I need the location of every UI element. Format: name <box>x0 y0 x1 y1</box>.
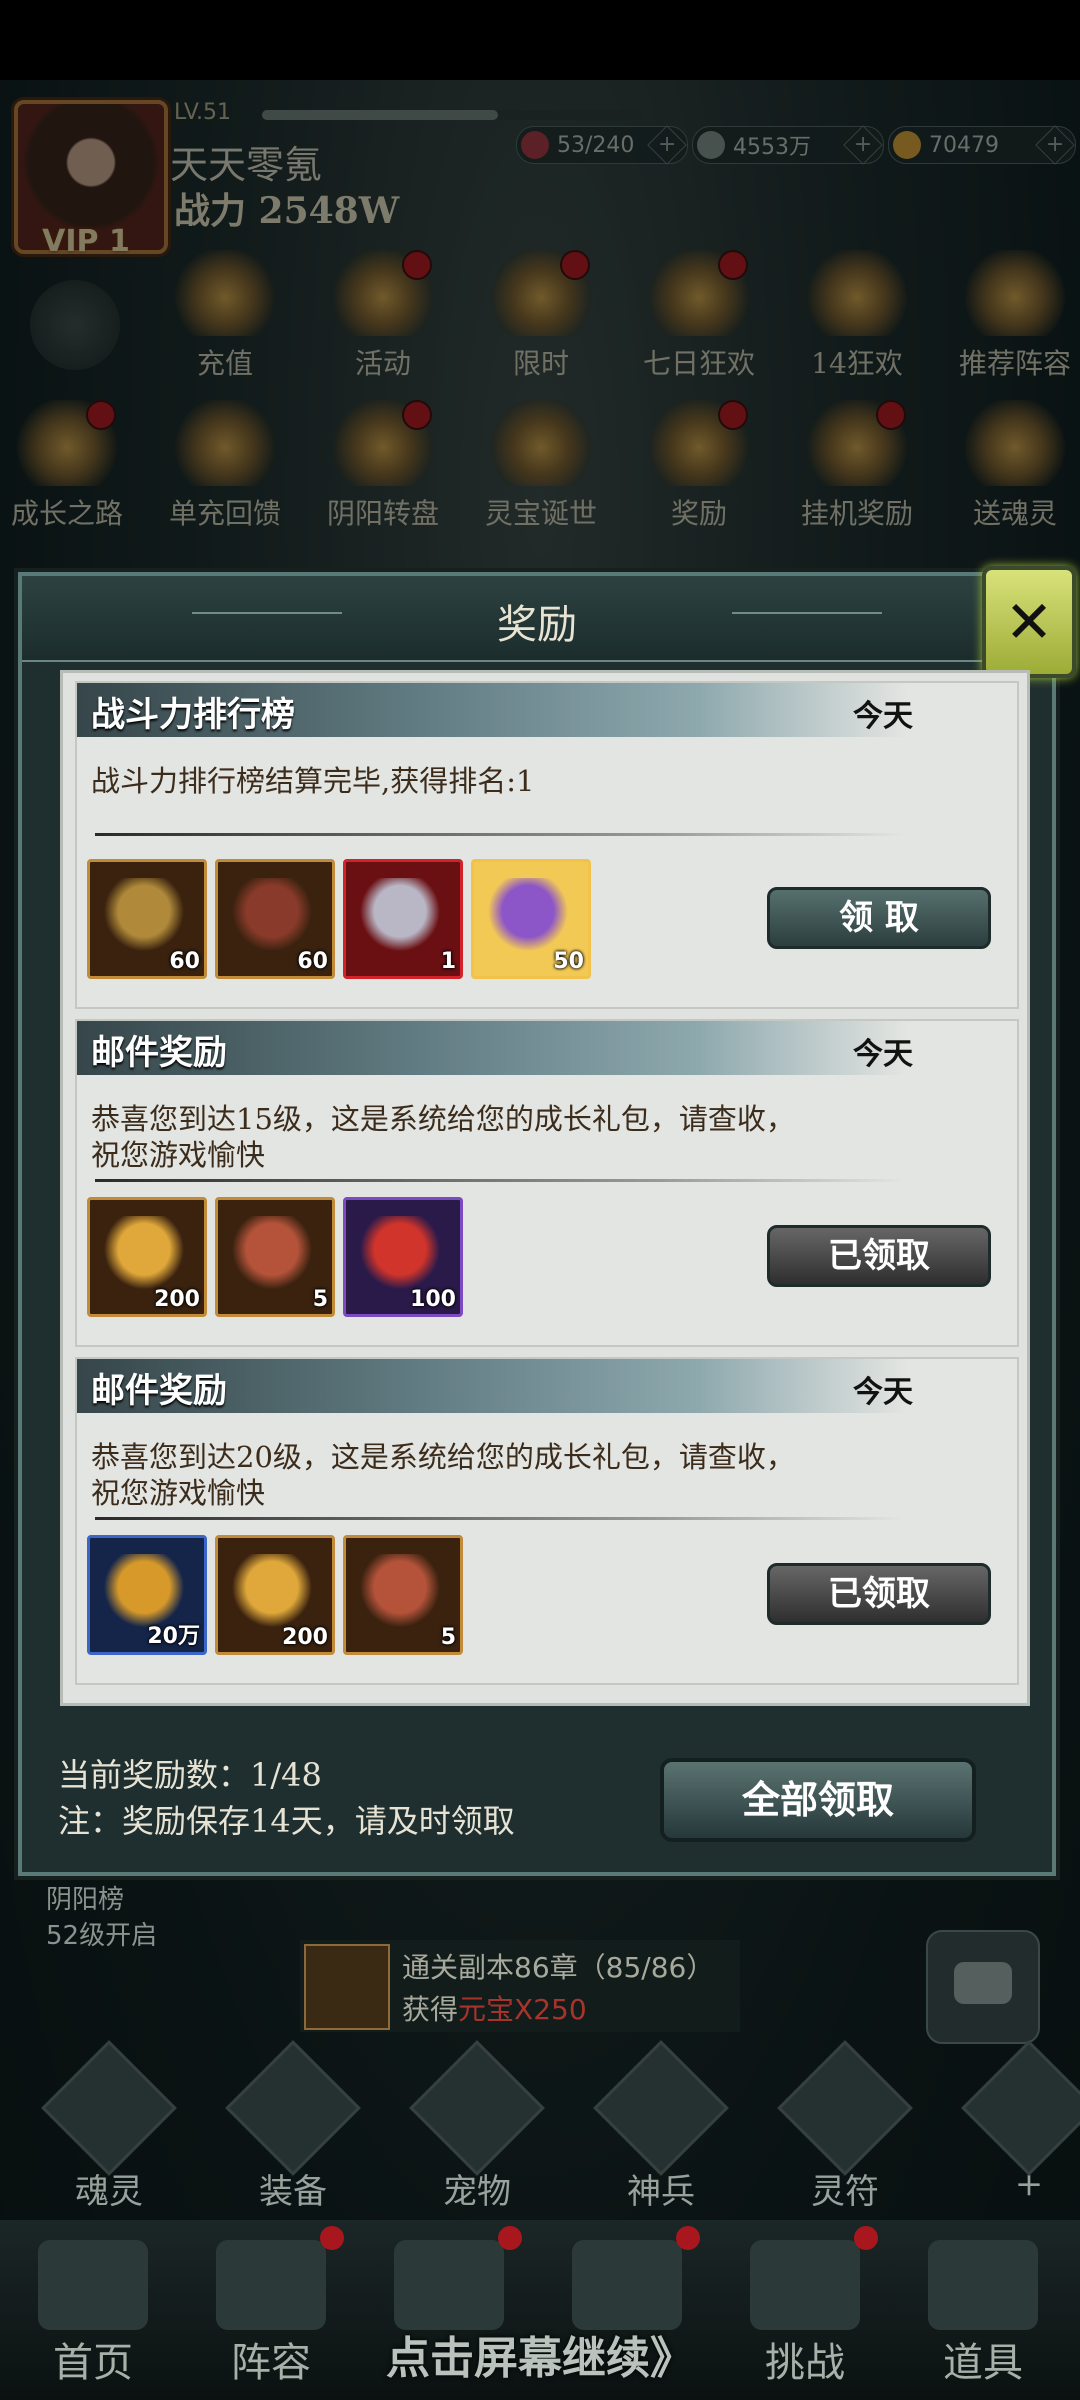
tab-icon[interactable] <box>38 2240 148 2330</box>
close-button[interactable]: ✕ <box>982 566 1076 678</box>
secondary-nav-item[interactable]: 装备 <box>218 2040 368 2212</box>
reward-list[interactable]: 战斗力排行榜 今天 战斗力排行榜结算完毕,获得排名:1 60 60 1 50 领 取邮件奖励今… <box>60 670 1030 1706</box>
reward-item-gold-ingot[interactable]: 200 <box>215 1535 335 1655</box>
dialog-title: 奖励 <box>497 602 577 648</box>
reward-item-treasure-chest[interactable]: 60 <box>87 859 207 979</box>
red-orb-icon <box>360 1216 440 1290</box>
tap-to-continue-hint[interactable]: 点击屏幕继续》 <box>0 2322 1080 2386</box>
gold-ingot-icon <box>104 1216 184 1290</box>
tab-icon[interactable] <box>394 2240 504 2330</box>
card-message: 恭喜您到达20级，这是系统给您的成长礼包，请查收，祝您游戏愉快 <box>91 1440 795 1510</box>
rank-lock-title: 阴阳榜 <box>46 1885 125 1915</box>
item-count: 200 <box>282 1625 328 1650</box>
notification-dot <box>854 2226 878 2250</box>
card-title: 邮件奖励 <box>91 1371 227 1411</box>
chat-icon <box>954 1962 1012 2004</box>
secondary-nav-item[interactable]: 神兵 <box>586 2040 736 2212</box>
reward-item-gold-ingot[interactable]: 200 <box>87 1197 207 1317</box>
chat-button[interactable] <box>926 1930 1040 2044</box>
claim-button[interactable]: 领 取 <box>767 887 991 949</box>
divider <box>95 833 905 836</box>
reward-dialog: 奖励 ✕ 战斗力排行榜 今天 战斗力排行榜结算完毕,获得排名:1 60 60 1 50 领 取… <box>18 566 1076 1876</box>
key-icon <box>232 878 312 952</box>
secondary-nav-item[interactable]: 灵符 <box>770 2040 920 2212</box>
dialog-header: 奖励 <box>22 576 1052 662</box>
nav-diamond-icon <box>225 2040 361 2176</box>
purple-crown-icon <box>488 878 568 952</box>
divider <box>95 1517 905 1520</box>
reward-item-fire-orb[interactable]: 5 <box>215 1197 335 1317</box>
item-count: 1 <box>440 949 456 974</box>
item-count: 60 <box>297 949 328 974</box>
reward-item-red-orb[interactable]: 100 <box>343 1197 463 1317</box>
yinyang-ranking-lock[interactable]: 阴阳榜 52级开启 <box>46 1882 157 1954</box>
nav-diamond-icon <box>777 2040 913 2176</box>
fire-orb-icon <box>232 1216 312 1290</box>
nav-diamond-icon <box>409 2040 545 2176</box>
divider <box>95 1179 905 1182</box>
reward-card: 邮件奖励 今天恭喜您到达20级，这是系统给您的成长礼包，请查收，祝您游戏愉快 20万… <box>75 1357 1019 1685</box>
item-count: 50 <box>553 949 584 974</box>
status-bar-area <box>0 0 1080 80</box>
nav-diamond-icon <box>961 2040 1080 2176</box>
close-icon: ✕ <box>1004 588 1054 656</box>
rank-lock-level: 52级开启 <box>46 1921 158 1951</box>
reward-item-purple-crown[interactable]: 50 <box>471 859 591 979</box>
claimed-button[interactable]: 已领取 <box>767 1225 991 1287</box>
secondary-nav-item[interactable]: + <box>954 2040 1080 2204</box>
item-count: 100 <box>410 1287 456 1312</box>
item-count: 60 <box>169 949 200 974</box>
card-date: 今天 <box>853 1037 913 1072</box>
card-date: 今天 <box>853 699 913 734</box>
gold-ingot-icon <box>304 1944 390 2030</box>
secondary-nav-item[interactable]: 魂灵 <box>34 2040 184 2212</box>
tab-icon[interactable] <box>216 2240 326 2330</box>
card-message: 战斗力排行榜结算完毕,获得排名:1 <box>91 764 535 798</box>
quest-tracker[interactable]: 通关副本86章（85/86） 获得元宝X250 <box>300 1940 740 2032</box>
quest-text: 通关副本86章（85/86） <box>402 1951 715 1984</box>
quest-reward: 获得元宝X250 <box>402 1988 587 2028</box>
tab-icon[interactable] <box>928 2240 1038 2330</box>
card-title: 邮件奖励 <box>91 1033 227 1073</box>
reward-item-fire-orb[interactable]: 5 <box>343 1535 463 1655</box>
quest-reward-value: 元宝X250 <box>458 1993 587 2026</box>
reward-item-copper-coin[interactable]: 20万 <box>87 1535 207 1655</box>
item-count: 5 <box>312 1287 328 1312</box>
fire-orb-icon <box>360 1554 440 1628</box>
reward-item-title-scroll[interactable]: 1 <box>343 859 463 979</box>
nav-diamond-icon <box>593 2040 729 2176</box>
notification-dot <box>676 2226 700 2250</box>
secondary-nav-item[interactable]: 宠物 <box>402 2040 552 2212</box>
tab-icon[interactable] <box>572 2240 682 2330</box>
claimed-button[interactable]: 已领取 <box>767 1563 991 1625</box>
secondary-nav-label: + <box>1014 2164 1044 2204</box>
item-count: 200 <box>154 1287 200 1312</box>
quest-reward-prefix: 获得 <box>402 1993 459 2026</box>
item-count: 5 <box>440 1625 456 1650</box>
card-date: 今天 <box>853 1375 913 1410</box>
reward-card: 邮件奖励 今天恭喜您到达15级，这是系统给您的成长礼包，请查收，祝您游戏愉快 200… <box>75 1019 1019 1347</box>
reward-note: 注：奖励保存14天，请及时领取 <box>58 1802 515 1840</box>
copper-coin-icon <box>104 1554 184 1628</box>
gold-ingot-icon <box>232 1554 312 1628</box>
reward-card: 战斗力排行榜 今天战斗力排行榜结算完毕,获得排名:1 60 60 1 50 领 取 <box>75 681 1019 1009</box>
claim-all-button[interactable]: 全部领取 <box>660 1758 976 1842</box>
card-title: 战斗力排行榜 <box>91 695 295 735</box>
treasure-chest-icon <box>104 878 184 952</box>
tab-icon[interactable] <box>750 2240 860 2330</box>
reward-item-key[interactable]: 60 <box>215 859 335 979</box>
reward-count: 当前奖励数：1/48 <box>58 1756 322 1794</box>
nav-diamond-icon <box>41 2040 177 2176</box>
notification-dot <box>498 2226 522 2250</box>
card-message: 恭喜您到达15级，这是系统给您的成长礼包，请查收，祝您游戏愉快 <box>91 1102 795 1172</box>
title-scroll-icon <box>360 878 440 952</box>
notification-dot <box>320 2226 344 2250</box>
item-count: 20万 <box>147 1624 200 1649</box>
